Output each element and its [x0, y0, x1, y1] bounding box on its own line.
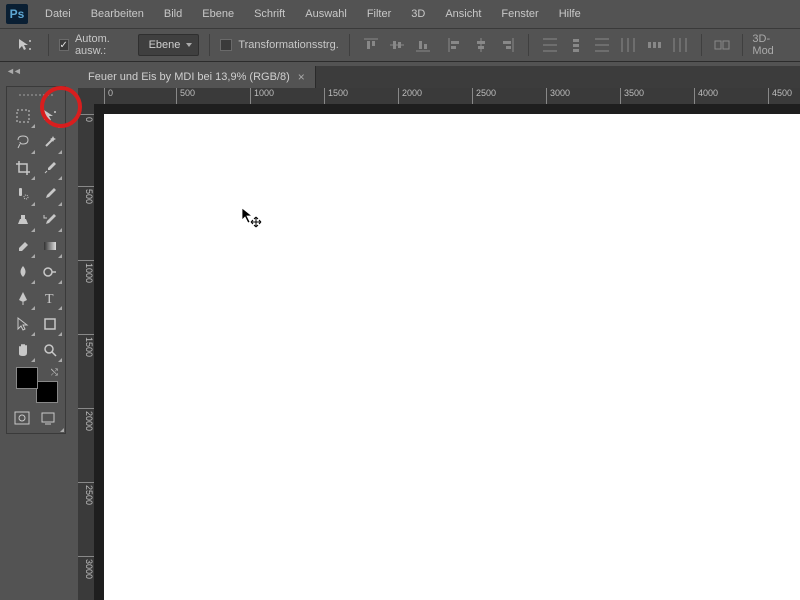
- separator: [701, 34, 702, 56]
- menu-view[interactable]: Ansicht: [436, 4, 490, 24]
- background-color-swatch[interactable]: [36, 381, 58, 403]
- quick-mask-button[interactable]: [9, 407, 35, 429]
- svg-text:T: T: [45, 292, 54, 306]
- separator: [349, 34, 350, 56]
- distribute-bottom-button[interactable]: [591, 34, 613, 56]
- panel-collapse-handle[interactable]: ◄◄: [6, 66, 20, 76]
- tab-bar: Feuer und Eis by MDI bei 13,9% (RGB/8) ×: [78, 66, 800, 88]
- pen-tool[interactable]: [9, 285, 36, 311]
- document-tab-title: Feuer und Eis by MDI bei 13,9% (RGB/8): [88, 71, 290, 83]
- clone-stamp-tool[interactable]: [9, 207, 36, 233]
- toolbox: T ⤭: [6, 86, 66, 434]
- magic-wand-tool[interactable]: [36, 129, 63, 155]
- align-vcenter-button[interactable]: [386, 34, 408, 56]
- distribute-vcenter-button[interactable]: [565, 34, 587, 56]
- ruler-horizontal[interactable]: 050010001500200025003000350040004500: [78, 88, 800, 104]
- separator: [528, 34, 529, 56]
- options-bar: ✓ Autom. ausw.: Ebene Transformationsstr…: [0, 28, 800, 62]
- marquee-tool[interactable]: [9, 103, 36, 129]
- align-hcenter-button[interactable]: [470, 34, 492, 56]
- menu-layer[interactable]: Ebene: [193, 4, 243, 24]
- menu-select[interactable]: Auswahl: [296, 4, 356, 24]
- align-right-button[interactable]: [496, 34, 518, 56]
- menu-edit[interactable]: Bearbeiten: [82, 4, 153, 24]
- eraser-tool[interactable]: [9, 233, 36, 259]
- align-top-button[interactable]: [360, 34, 382, 56]
- menu-type[interactable]: Schrift: [245, 4, 294, 24]
- lasso-tool[interactable]: [9, 129, 36, 155]
- auto-align-button[interactable]: [712, 34, 732, 56]
- healing-brush-tool[interactable]: [9, 181, 36, 207]
- distribute-left-button[interactable]: [617, 34, 639, 56]
- type-tool[interactable]: T: [36, 285, 63, 311]
- auto-select-label: Autom. ausw.:: [75, 33, 132, 57]
- menu-file[interactable]: Datei: [36, 4, 80, 24]
- menu-filter[interactable]: Filter: [358, 4, 400, 24]
- screen-mode-button[interactable]: [35, 407, 61, 429]
- move-tool[interactable]: [36, 103, 63, 129]
- foreground-color-swatch[interactable]: [16, 367, 38, 389]
- canvas[interactable]: [104, 114, 800, 600]
- separator: [48, 34, 49, 56]
- transform-checkbox[interactable]: [220, 39, 232, 51]
- ruler-vertical[interactable]: 0500100015002000250030003500: [78, 104, 94, 600]
- menu-help[interactable]: Hilfe: [550, 4, 590, 24]
- app-logo[interactable]: Ps: [6, 4, 28, 24]
- auto-select-checkbox[interactable]: ✓: [59, 39, 69, 51]
- distribute-hcenter-button[interactable]: [643, 34, 665, 56]
- history-brush-tool[interactable]: [36, 207, 63, 233]
- align-buttons-vertical: [360, 34, 434, 56]
- canvas-viewport[interactable]: [94, 104, 800, 600]
- align-bottom-button[interactable]: [412, 34, 434, 56]
- brush-tool[interactable]: [36, 181, 63, 207]
- hand-tool[interactable]: [9, 337, 36, 363]
- close-icon[interactable]: ×: [298, 70, 305, 84]
- zoom-tool[interactable]: [36, 337, 63, 363]
- distribute-top-button[interactable]: [539, 34, 561, 56]
- document-area: Feuer und Eis by MDI bei 13,9% (RGB/8) ×…: [78, 66, 800, 600]
- transform-label: Transformationsstrg.: [238, 39, 338, 51]
- 3d-mode-label[interactable]: 3D-Mod: [752, 33, 788, 57]
- menu-3d[interactable]: 3D: [402, 4, 434, 24]
- menu-bar: Ps Datei Bearbeiten Bild Ebene Schrift A…: [0, 0, 800, 28]
- color-swatches[interactable]: ⤭: [14, 367, 58, 403]
- blur-tool[interactable]: [9, 259, 36, 285]
- crop-tool[interactable]: [9, 155, 36, 181]
- path-selection-tool[interactable]: [9, 311, 36, 337]
- gradient-tool[interactable]: [36, 233, 63, 259]
- current-tool-indicator[interactable]: [12, 34, 38, 56]
- menu-image[interactable]: Bild: [155, 4, 191, 24]
- toolbox-grip[interactable]: [9, 91, 63, 99]
- dodge-tool[interactable]: [36, 259, 63, 285]
- distribute-right-button[interactable]: [669, 34, 691, 56]
- separator: [742, 34, 743, 56]
- shape-tool[interactable]: [36, 311, 63, 337]
- swap-colors-icon[interactable]: ⤭: [51, 367, 58, 378]
- align-left-button[interactable]: [444, 34, 466, 56]
- menu-window[interactable]: Fenster: [492, 4, 547, 24]
- layer-dropdown[interactable]: Ebene: [138, 34, 200, 56]
- align-buttons-horizontal: [444, 34, 518, 56]
- eyedropper-tool[interactable]: [36, 155, 63, 181]
- document-tab[interactable]: Feuer und Eis by MDI bei 13,9% (RGB/8) ×: [78, 66, 316, 88]
- separator: [209, 34, 210, 56]
- move-tool-icon: [17, 37, 33, 53]
- distribute-buttons: [539, 34, 691, 56]
